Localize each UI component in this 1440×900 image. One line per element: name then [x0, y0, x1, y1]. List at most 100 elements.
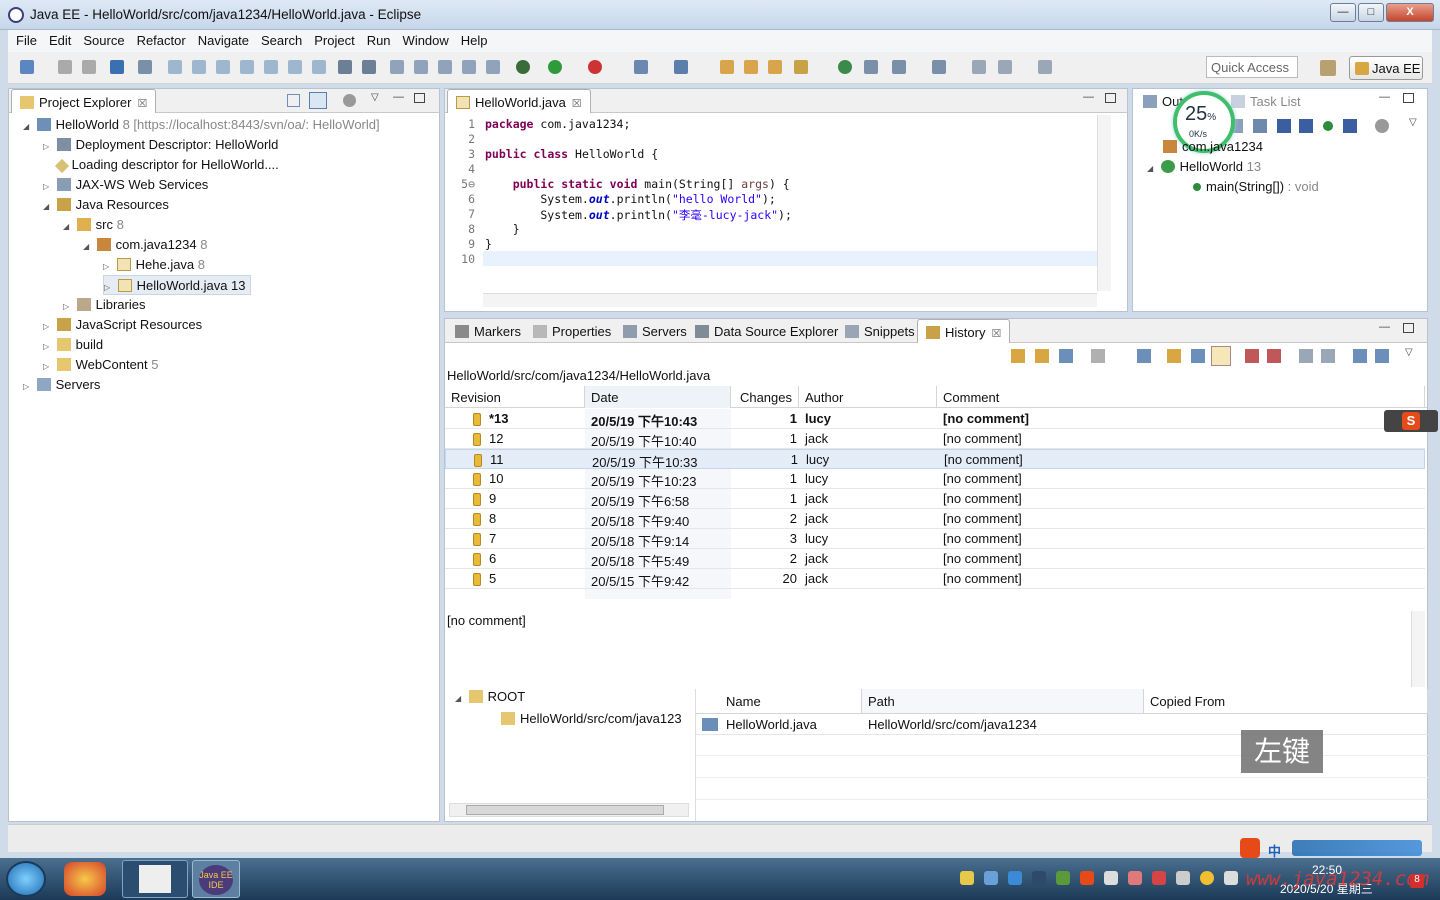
- column-author[interactable]: Author: [799, 386, 937, 408]
- resume-icon[interactable]: [168, 60, 182, 74]
- save-all-icon[interactable]: [82, 60, 96, 74]
- step-return-icon[interactable]: [312, 60, 326, 74]
- update-icon[interactable]: [1200, 871, 1214, 885]
- view-menu-icon[interactable]: ▽: [1409, 117, 1417, 128]
- maximize-view-icon[interactable]: [1105, 93, 1116, 103]
- tree-item-java-resources[interactable]: ◢ Java Resources: [43, 195, 169, 215]
- hide-local-types-icon[interactable]: [1343, 119, 1357, 133]
- code-line-1[interactable]: package com.java1234;: [485, 117, 630, 131]
- menu-file[interactable]: File: [8, 30, 41, 48]
- terminate-icon[interactable]: [216, 60, 230, 74]
- link-with-editor-history-icon[interactable]: [1035, 349, 1049, 363]
- table-mode-icon[interactable]: [1191, 349, 1205, 363]
- maximize-view-icon[interactable]: [1403, 323, 1414, 333]
- cube-icon[interactable]: [1008, 871, 1022, 885]
- next-annotation-icon[interactable]: [892, 60, 906, 74]
- minimize-view-icon[interactable]: —: [1379, 321, 1390, 333]
- history-row[interactable]: 7 20/5/18 下午9:14 3 lucy [no comment]: [445, 529, 1425, 549]
- app-eclipse-active[interactable]: Java EE IDE: [192, 860, 240, 898]
- close-icon[interactable]: ☒: [572, 98, 582, 110]
- menu-project[interactable]: Project: [306, 30, 358, 48]
- get-all-icon[interactable]: [1321, 349, 1335, 363]
- menu-run[interactable]: Run: [359, 30, 395, 48]
- menu-edit[interactable]: Edit: [41, 30, 75, 48]
- show-whitespace-icon[interactable]: [462, 60, 476, 74]
- code-line-7[interactable]: System.out.println("李毫-lucy-jack");: [485, 207, 792, 223]
- quick-access-input[interactable]: Quick Access: [1206, 56, 1298, 78]
- run-icon[interactable]: [548, 60, 562, 74]
- column-date[interactable]: Date: [585, 386, 731, 408]
- maximize-button[interactable]: □: [1358, 3, 1384, 22]
- perspective-java-ee[interactable]: Java EE: [1349, 56, 1423, 80]
- app-icon-1[interactable]: [64, 862, 106, 896]
- close-icon[interactable]: ☒: [137, 98, 147, 110]
- open-perspective-icon[interactable]: [1320, 60, 1336, 76]
- notification-badge[interactable]: 8: [1410, 874, 1424, 888]
- step-over-icon[interactable]: [288, 60, 302, 74]
- code-line-3[interactable]: public class HelloWorld {: [485, 147, 658, 161]
- forward-icon[interactable]: [1038, 60, 1052, 74]
- network-icon[interactable]: [984, 871, 998, 885]
- focus-icon[interactable]: [1375, 119, 1389, 133]
- step-into-icon[interactable]: [264, 60, 278, 74]
- start-button[interactable]: [6, 861, 46, 897]
- tab-helloworld-java[interactable]: HelloWorld.java ☒: [447, 89, 591, 113]
- column-path[interactable]: Path: [862, 689, 1144, 713]
- hide-fields-icon[interactable]: [1277, 119, 1291, 133]
- new-icon[interactable]: [20, 60, 34, 74]
- tree-item-webcontent[interactable]: ▷ WebContent 5: [43, 355, 159, 375]
- history-row[interactable]: 5 20/5/15 下午9:42 20 jack [no comment]: [445, 569, 1425, 589]
- minimize-view-icon[interactable]: —: [393, 91, 404, 103]
- column-revision[interactable]: Revision: [445, 386, 585, 408]
- history-row[interactable]: 12 20/5/19 下午10:40 1 jack [no comment]: [445, 429, 1425, 449]
- menu-search[interactable]: Search: [253, 30, 306, 48]
- close-icon[interactable]: ☒: [991, 328, 1001, 340]
- device-icon[interactable]: [1176, 871, 1190, 885]
- tree-item-helloworld[interactable]: ◢ HelloWorld 8 [https://localhost:8443/s…: [23, 115, 380, 135]
- link-with-editor-icon[interactable]: [309, 92, 327, 109]
- maximize-view-icon[interactable]: [414, 93, 425, 103]
- search-icon[interactable]: [794, 60, 808, 74]
- history-row[interactable]: 10 20/5/19 下午10:23 1 lucy [no comment]: [445, 469, 1425, 489]
- clear-filter-icon[interactable]: [1267, 349, 1281, 363]
- skip-breakpoints-icon[interactable]: [138, 60, 152, 74]
- open-type-icon[interactable]: [720, 60, 734, 74]
- menu-help[interactable]: Help: [453, 30, 492, 48]
- tab-snippets[interactable]: Snippets: [837, 319, 923, 343]
- ime-toolbar-icons[interactable]: [1292, 840, 1422, 856]
- debug-icon[interactable]: [516, 60, 530, 74]
- prev-annotation-icon[interactable]: [932, 60, 946, 74]
- ime-mode[interactable]: 中: [1268, 841, 1281, 860]
- run-external-icon[interactable]: [588, 60, 602, 74]
- tree-item-servers[interactable]: ▷ Servers: [23, 375, 100, 395]
- format-icon[interactable]: [438, 60, 452, 74]
- minimize-button[interactable]: —: [1330, 3, 1356, 22]
- scrollbar-thumb[interactable]: [466, 805, 664, 815]
- hide-non-public-icon[interactable]: [1323, 121, 1333, 131]
- tree-item-hehe-java[interactable]: ▷ Hehe.java 8: [103, 255, 205, 275]
- flower-icon[interactable]: [1128, 871, 1142, 885]
- hide-static-icon[interactable]: [1299, 119, 1313, 133]
- history-row[interactable]: *13 20/5/19 下午10:43 1 lucy [no comment]: [445, 409, 1425, 429]
- suspend-icon[interactable]: [192, 60, 206, 74]
- history-row[interactable]: 11 20/5/19 下午10:33 1 lucy [no comment]: [445, 449, 1425, 470]
- view-menu-icon[interactable]: ▽: [371, 92, 379, 103]
- filter-icon[interactable]: [1245, 349, 1259, 363]
- save-icon[interactable]: [58, 60, 72, 74]
- history-row[interactable]: 6 20/5/18 下午5:49 2 jack [no comment]: [445, 549, 1425, 569]
- close-button[interactable]: X: [1386, 3, 1434, 22]
- layout-icon[interactable]: [1375, 349, 1389, 363]
- nvidia-icon[interactable]: [1056, 871, 1070, 885]
- last-edit-icon[interactable]: [972, 60, 986, 74]
- tree-item-helloworld-java[interactable]: ▷ HelloWorld.java 13: [103, 275, 251, 295]
- toggle-block-icon[interactable]: [362, 60, 376, 74]
- use-step-filters-icon[interactable]: [338, 60, 352, 74]
- tree-item-package[interactable]: ◢ com.java1234 8: [83, 235, 207, 255]
- security-icon[interactable]: [1152, 871, 1166, 885]
- outline-item-main[interactable]: main(String[]) : void: [1193, 177, 1319, 197]
- paths-tree-root[interactable]: ◢ ROOT: [455, 689, 525, 704]
- show-affected-paths-icon[interactable]: [1137, 349, 1151, 363]
- tree-item-deployment-descriptor[interactable]: ▷ Deployment Descriptor: HelloWorld: [43, 135, 278, 155]
- new-server-icon[interactable]: [634, 60, 648, 74]
- collapse-all-icon[interactable]: [287, 94, 300, 107]
